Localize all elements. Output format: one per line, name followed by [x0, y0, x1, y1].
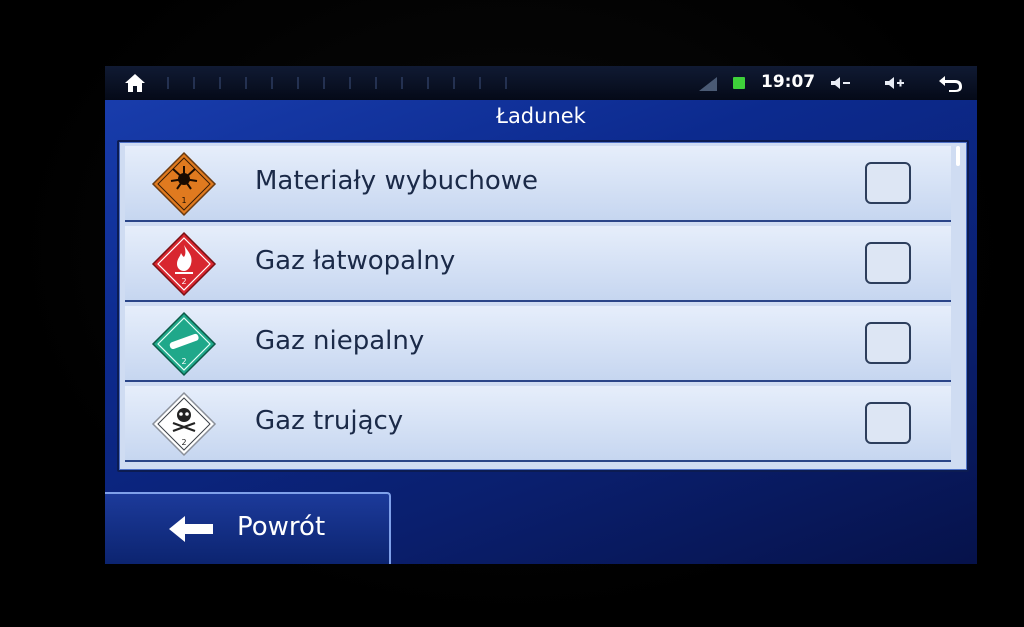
notification-strip	[167, 75, 527, 91]
back-button-label: Powrót	[237, 512, 326, 542]
svg-text:2: 2	[181, 357, 186, 366]
clock: 19:07	[761, 72, 816, 92]
item-label: Gaz łatwopalny	[255, 246, 456, 276]
scrollbar[interactable]	[956, 146, 960, 166]
nonflammable-gas-icon: 2	[151, 311, 217, 377]
flammable-gas-icon: 2	[151, 231, 217, 297]
volume-up-icon[interactable]	[883, 75, 905, 91]
volume-down-icon[interactable]	[829, 75, 851, 91]
list-item[interactable]: 1 Materiały wybuchowe	[125, 146, 951, 222]
svg-text:1: 1	[181, 196, 186, 205]
toxic-gas-icon: 2	[151, 391, 217, 457]
list-item[interactable]: 2 Gaz łatwopalny	[125, 226, 951, 302]
svg-text:2: 2	[181, 438, 186, 447]
checkbox-flammable-gas[interactable]	[865, 242, 911, 284]
list-item[interactable]: 2 Gaz trujący	[125, 386, 951, 462]
page-title: Ładunek	[496, 104, 586, 128]
arrow-left-icon	[169, 516, 213, 542]
list-item[interactable]: 2 Gaz niepalny	[125, 306, 951, 382]
cargo-list: 1 Materiały wybuchowe 2 Gaz łatwopalny 2	[117, 140, 969, 472]
status-bar: 19:07	[105, 66, 977, 100]
back-icon[interactable]	[937, 73, 965, 93]
screen: 19:07 Ładunek 1 Materiały wybuchowe 2 Ga…	[105, 66, 977, 564]
checkbox-explosives[interactable]	[865, 162, 911, 204]
item-label: Materiały wybuchowe	[255, 166, 539, 196]
battery-icon	[733, 77, 745, 89]
home-icon[interactable]	[123, 72, 147, 94]
svg-text:2: 2	[181, 277, 186, 286]
checkbox-nonflammable-gas[interactable]	[865, 322, 911, 364]
checkbox-toxic-gas[interactable]	[865, 402, 911, 444]
item-label: Gaz niepalny	[255, 326, 425, 356]
explosive-hazard-icon: 1	[151, 151, 217, 217]
back-button[interactable]: Powrót	[105, 492, 391, 564]
item-label: Gaz trujący	[255, 406, 404, 436]
signal-icon	[699, 77, 717, 91]
